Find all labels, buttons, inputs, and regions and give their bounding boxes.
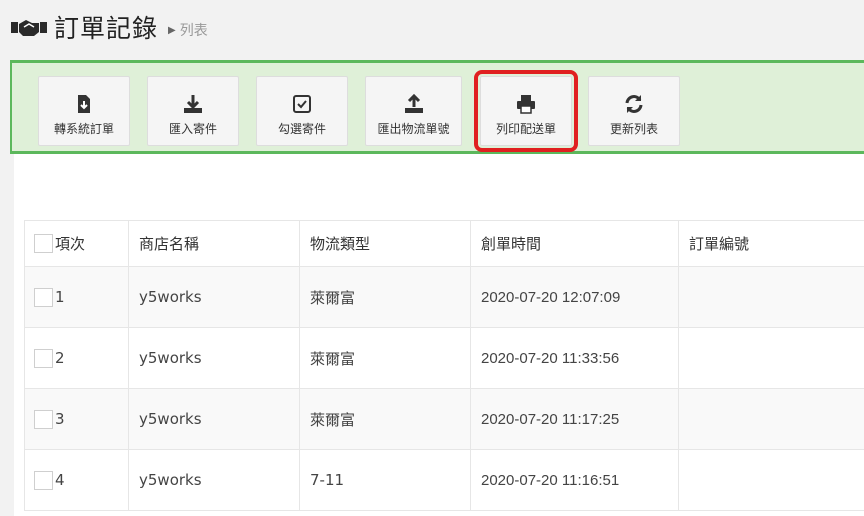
row-order-no (678, 327, 864, 389)
row-created: 2020-07-20 11:17:25 (470, 388, 679, 450)
row-checkbox[interactable] (34, 409, 53, 429)
row-created: 2020-07-20 11:33:56 (470, 327, 679, 389)
orders-table: 項次 商店名稱 物流類型 創單時間 訂單編號 1 y5works 萊爾富 202… (24, 220, 864, 511)
column-index: 項次 (24, 220, 129, 267)
row-store: y5works (128, 327, 300, 389)
toolbar: 轉系統訂單 匯入寄件 勾選寄件 匯出物流單號 列印配送單 更新列表 (10, 60, 864, 154)
refresh-icon (625, 95, 643, 113)
refresh-list-label: 更新列表 (609, 122, 658, 136)
row-index: 3 (55, 410, 65, 428)
table-row[interactable]: 3 y5works 萊爾富 2020-07-20 11:17:25 (24, 388, 864, 450)
column-logistics: 物流類型 (299, 220, 471, 267)
row-order-no (678, 266, 864, 328)
print-icon (517, 95, 535, 114)
checkbox-icon (293, 95, 311, 113)
row-store: y5works (128, 266, 300, 328)
row-checkbox[interactable] (34, 470, 53, 490)
table-row[interactable]: 1 y5works 萊爾富 2020-07-20 12:07:09 (24, 266, 864, 328)
row-order-no (678, 388, 864, 450)
row-order-no (678, 449, 864, 511)
page-title: 訂單記錄 (54, 14, 159, 43)
select-shipment-button[interactable]: 勾選寄件 (256, 76, 348, 146)
download-icon (184, 95, 202, 113)
import-shipment-button[interactable]: 匯入寄件 (147, 76, 239, 146)
import-shipment-label: 匯入寄件 (168, 122, 217, 136)
row-index: 4 (55, 471, 65, 489)
select-shipment-label: 勾選寄件 (277, 122, 326, 136)
row-logistics: 萊爾富 (299, 388, 471, 450)
convert-order-button[interactable]: 轉系統訂單 (38, 76, 130, 146)
export-tracking-label: 匯出物流單號 (377, 122, 450, 136)
column-created: 創單時間 (470, 220, 679, 267)
row-index: 1 (55, 288, 65, 306)
row-index: 2 (55, 349, 65, 367)
row-checkbox[interactable] (34, 348, 53, 368)
breadcrumb-arrow-icon: ▶ (168, 24, 176, 36)
handshake-icon (10, 15, 48, 39)
export-tracking-button[interactable]: 匯出物流單號 (365, 76, 462, 146)
row-store: y5works (128, 388, 300, 450)
file-download-icon (78, 95, 90, 113)
table-header-row: 項次 商店名稱 物流類型 創單時間 訂單編號 (24, 220, 864, 267)
row-logistics: 7-11 (299, 449, 471, 511)
print-delivery-label: 列印配送單 (495, 122, 556, 136)
page-header: 訂單記錄 ▶ 列表 (10, 10, 208, 44)
select-all-checkbox[interactable] (34, 234, 53, 253)
table-row[interactable]: 2 y5works 萊爾富 2020-07-20 11:33:56 (24, 327, 864, 389)
row-created: 2020-07-20 12:07:09 (470, 266, 679, 328)
row-logistics: 萊爾富 (299, 266, 471, 328)
content-panel: 項次 商店名稱 物流類型 創單時間 訂單編號 1 y5works 萊爾富 202… (14, 154, 864, 516)
breadcrumb[interactable]: 列表 (180, 20, 208, 40)
row-logistics: 萊爾富 (299, 327, 471, 389)
row-store: y5works (128, 449, 300, 511)
upload-icon (404, 93, 423, 113)
column-order-no: 訂單編號 (678, 220, 864, 267)
row-checkbox[interactable] (34, 287, 53, 307)
convert-order-label: 轉系統訂單 (53, 122, 114, 136)
print-delivery-button[interactable]: 列印配送單 (474, 70, 578, 152)
row-created: 2020-07-20 11:16:51 (470, 449, 679, 511)
refresh-list-button[interactable]: 更新列表 (588, 76, 680, 146)
table-row[interactable]: 4 y5works 7-11 2020-07-20 11:16:51 (24, 449, 864, 511)
column-store: 商店名稱 (128, 220, 300, 267)
